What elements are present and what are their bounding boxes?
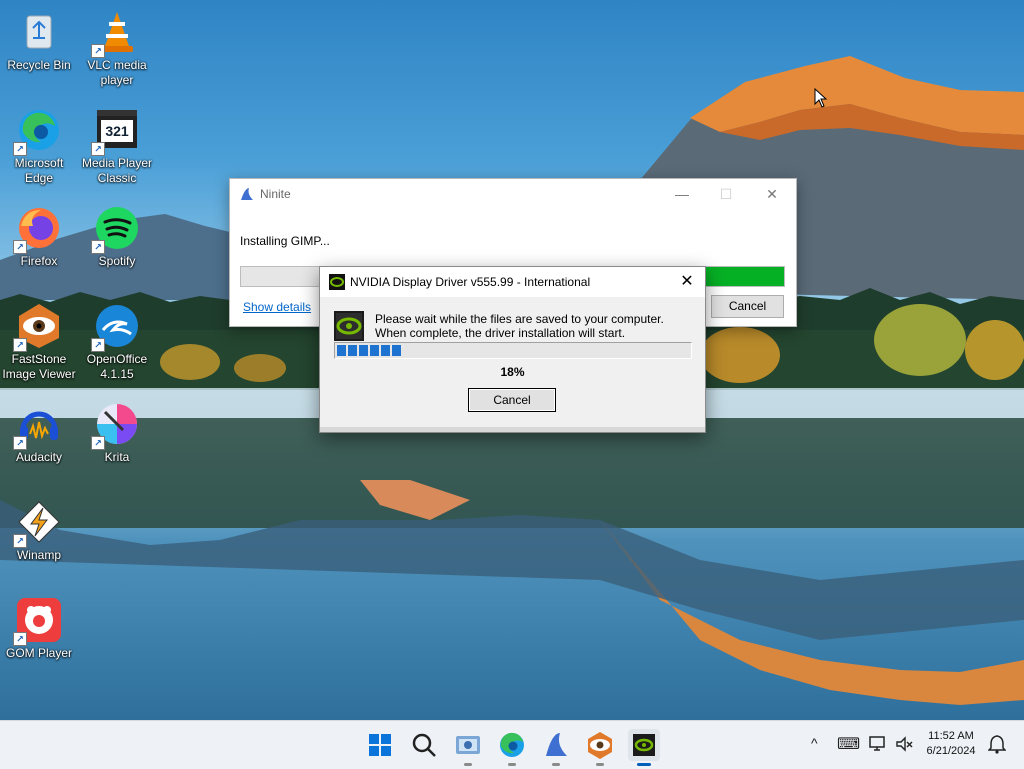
edge-taskbar-icon[interactable] xyxy=(496,729,528,766)
taskbar: ^ ⌨ 11:52 AM 6/21/2024 xyxy=(0,720,1024,769)
ninite-cancel-button[interactable]: Cancel xyxy=(711,295,784,318)
nvidia-progress-percent: 18% xyxy=(500,365,525,379)
firefox-icon: ↗ xyxy=(13,204,63,254)
shortcut-arrow-icon: ↗ xyxy=(13,338,27,352)
winamp-bolt-icon: ↗ xyxy=(13,498,63,548)
desktop-icon-label: FastStone Image Viewer xyxy=(2,352,76,381)
running-indicator xyxy=(508,763,516,766)
shortcut-arrow-icon: ↗ xyxy=(13,142,27,156)
desktop-icon-label: GOM Player xyxy=(5,646,72,660)
desktop-icon-winamp[interactable]: ↗ Winamp xyxy=(0,498,78,563)
desktop-icon-label: OpenOffice 4.1.15 xyxy=(86,352,148,381)
vlc-icon: ↗ xyxy=(91,8,141,58)
faststone-viewer-taskbar-icon[interactable] xyxy=(584,729,616,766)
nvidia-installer-dialog: NVIDIA Display Driver v555.99 - Internat… xyxy=(319,266,706,433)
gom-player-icon: ↗ xyxy=(13,596,63,646)
start-icon[interactable] xyxy=(364,729,396,761)
running-indicator xyxy=(552,763,560,766)
shortcut-arrow-icon: ↗ xyxy=(91,44,105,58)
running-indicator xyxy=(464,763,472,766)
nvidia-dialog-footer xyxy=(320,427,705,432)
clock[interactable]: 11:52 AM 6/21/2024 xyxy=(920,729,982,759)
desktop-icon-label: Recycle Bin xyxy=(7,58,71,72)
nvidia-progress-segment xyxy=(392,345,401,356)
ninite-window-title: Ninite xyxy=(260,187,291,201)
show-hidden-icons-chevron-icon[interactable]: ^ xyxy=(811,735,818,751)
krita-icon: ↗ xyxy=(91,400,141,450)
search-icon[interactable] xyxy=(408,729,440,761)
ninite-titlebar[interactable]: Ninite — ☐ ✕ xyxy=(230,179,796,209)
minimize-button[interactable]: — xyxy=(667,183,697,205)
ninite-status-text: Installing GIMP... xyxy=(240,234,330,248)
nvidia-message-line-1: Please wait while the files are saved to… xyxy=(375,312,664,326)
volume-muted-icon[interactable] xyxy=(895,735,913,756)
shortcut-arrow-icon: ↗ xyxy=(13,632,27,646)
desktop-icon-audacity[interactable]: ↗ Audacity xyxy=(0,400,78,465)
close-button[interactable]: ✕ xyxy=(757,183,787,205)
shortcut-arrow-icon: ↗ xyxy=(13,534,27,548)
shortcut-arrow-icon: ↗ xyxy=(91,142,105,156)
network-icon[interactable] xyxy=(869,735,887,756)
desktop-icon-openoffice[interactable]: ↗ OpenOffice 4.1.15 xyxy=(78,302,156,382)
nvidia-progress-segment xyxy=(359,345,368,356)
desktop-icon-mpc[interactable]: 321 ↗ Media Player Classic xyxy=(78,106,156,186)
active-indicator xyxy=(637,763,651,766)
desktop-icon-label: Firefox xyxy=(20,254,58,268)
nvidia-dialog-title: NVIDIA Display Driver v555.99 - Internat… xyxy=(350,275,591,289)
nvidia-taskbar-icon[interactable] xyxy=(628,729,660,766)
notifications-bell-icon[interactable] xyxy=(987,734,1007,757)
spotify-icon: ↗ xyxy=(91,204,141,254)
desktop-icon-label: Spotify xyxy=(98,254,136,268)
nvidia-progress-segment xyxy=(381,345,390,356)
shortcut-arrow-icon: ↗ xyxy=(91,436,105,450)
desktop-icon-vlc[interactable]: ↗ VLC media player xyxy=(78,8,156,88)
ninite-progress-fill xyxy=(703,267,784,286)
mouse-cursor-icon xyxy=(814,87,828,111)
edge-icon: ↗ xyxy=(13,106,63,156)
desktop-icon-label: Microsoft Edge xyxy=(14,156,64,185)
nvidia-message-line-2: When complete, the driver installation w… xyxy=(375,326,626,340)
shortcut-arrow-icon: ↗ xyxy=(13,436,27,450)
media-player-classic-icon: 321 ↗ xyxy=(91,106,141,156)
desktop-icon-gom[interactable]: ↗ GOM Player xyxy=(0,596,78,661)
desktop-icon-krita[interactable]: ↗ Krita xyxy=(78,400,156,465)
ninite-app-icon xyxy=(239,186,255,205)
show-details-link[interactable]: Show details xyxy=(243,300,311,314)
recycle-bin-icon xyxy=(15,8,63,56)
audacity-icon: ↗ xyxy=(13,400,63,450)
nvidia-progress-segment xyxy=(337,345,346,356)
nvidia-logo-icon xyxy=(334,311,364,341)
clock-date: 6/21/2024 xyxy=(926,745,976,757)
desktop-icon-faststone[interactable]: ↗ FastStone Image Viewer xyxy=(0,302,78,382)
shortcut-arrow-icon: ↗ xyxy=(13,240,27,254)
desktop-icon-label: Winamp xyxy=(16,548,61,562)
nvidia-close-button[interactable]: ✕ xyxy=(675,271,699,293)
desktop-icon-label: VLC media player xyxy=(87,58,147,87)
nvidia-progress-bar xyxy=(334,342,692,359)
nvidia-message: Please wait while the files are saved to… xyxy=(375,312,664,340)
running-indicator xyxy=(596,763,604,766)
desktop-icon-firefox[interactable]: ↗ Firefox xyxy=(0,204,78,269)
faststone-capture-taskbar-icon[interactable] xyxy=(452,729,484,766)
desktop-icon-label: Media Player Classic xyxy=(81,156,153,185)
nvidia-progress-segment xyxy=(348,345,357,356)
shortcut-arrow-icon: ↗ xyxy=(91,338,105,352)
nvidia-title-icon xyxy=(329,274,345,293)
faststone-eye-icon: ↗ xyxy=(13,302,63,352)
desktop-icon-label: Krita xyxy=(104,450,130,464)
nvidia-progress-segment xyxy=(370,345,379,356)
clock-time: 11:52 AM xyxy=(928,730,974,742)
shortcut-arrow-icon: ↗ xyxy=(91,240,105,254)
keyboard-icon[interactable]: ⌨ xyxy=(837,734,860,754)
desktop-icon-edge[interactable]: ↗ Microsoft Edge xyxy=(0,106,78,186)
nvidia-titlebar[interactable]: NVIDIA Display Driver v555.99 - Internat… xyxy=(320,267,705,297)
ninite-taskbar-icon[interactable] xyxy=(540,729,572,766)
nvidia-cancel-button[interactable]: Cancel xyxy=(468,388,556,412)
maximize-button[interactable]: ☐ xyxy=(711,183,741,205)
desktop-icon-label: Audacity xyxy=(15,450,63,464)
openoffice-icon: ↗ xyxy=(91,302,141,352)
desktop-icon-recycle-bin[interactable]: Recycle Bin xyxy=(0,8,78,73)
desktop-icon-spotify[interactable]: ↗ Spotify xyxy=(78,204,156,269)
mpc-badge-text: 321 xyxy=(105,123,129,139)
